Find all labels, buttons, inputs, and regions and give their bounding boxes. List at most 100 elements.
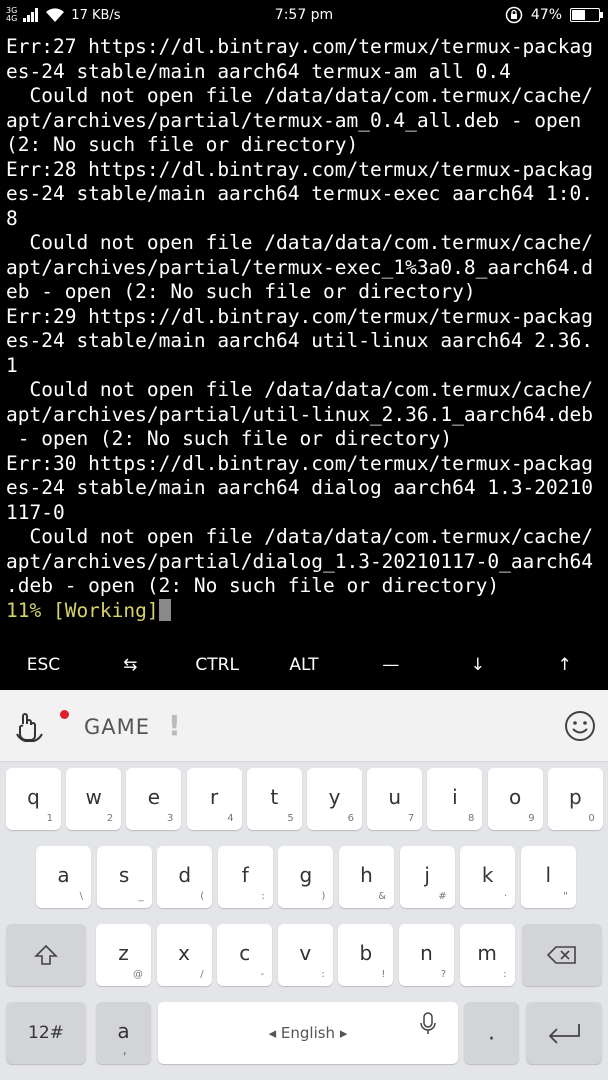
ctrl-key[interactable]: CTRL: [174, 640, 261, 690]
key-z[interactable]: z @: [96, 924, 151, 986]
backspace-key[interactable]: [522, 924, 602, 986]
key-letter: f: [241, 863, 249, 888]
terminal-line: 8: [6, 206, 18, 230]
terminal-line: 117-0: [6, 500, 65, 524]
rotation-lock-icon: [505, 6, 523, 24]
key-symbol: :: [503, 969, 507, 980]
key-symbol: ": [563, 891, 568, 902]
key-s[interactable]: s _: [96, 846, 152, 908]
key-symbol: :: [261, 891, 265, 902]
tab-key[interactable]: ⇆: [87, 640, 174, 690]
key-b[interactable]: b!: [338, 924, 394, 986]
key-p[interactable]: p0: [547, 768, 603, 830]
terminal-line: .deb - open (2: No such file or director…: [6, 574, 500, 597]
terminal-line: apt/archives/partial/util-linux_2.36.1_a…: [6, 402, 593, 426]
key-symbol: _: [138, 891, 144, 902]
key-v[interactable]: v:: [277, 924, 333, 986]
key-letter: d: [178, 863, 192, 888]
battery-percent: 47%: [530, 7, 562, 23]
touchpal-logo-icon[interactable]: [14, 710, 46, 742]
period-key[interactable]: .: [464, 1002, 519, 1064]
esc-key[interactable]: ESC: [0, 640, 87, 690]
terminal-line: es-24 stable/main aarch64 termux-am all …: [6, 59, 511, 83]
terminal-line: Err:30 https://dl.bintray.com/termux/ter…: [6, 451, 593, 475]
alert-mark: !: [168, 709, 181, 742]
key-o[interactable]: o9: [487, 768, 543, 830]
key-m[interactable]: m:: [459, 924, 515, 986]
key-symbol: 9: [528, 813, 535, 824]
key-i[interactable]: i8: [427, 768, 483, 830]
space-language-label: ◂ English ▸: [268, 1024, 348, 1042]
space-key[interactable]: ◂ English ▸: [158, 1002, 458, 1064]
key-l[interactable]: l ": [520, 846, 576, 908]
period-label: .: [488, 1020, 495, 1046]
terminal-line: - open (2: No such file or directory): [6, 427, 453, 450]
terminal-line: apt/archives/partial/termux-am_0.4_all.d…: [6, 108, 582, 132]
key-symbol: /: [200, 969, 204, 980]
key-g[interactable]: g): [278, 846, 334, 908]
key-c[interactable]: c-: [217, 924, 273, 986]
terminal-line: apt/archives/partial/dialog_1.3-20210117…: [6, 549, 593, 573]
game-mode-label[interactable]: GAME: [84, 715, 150, 739]
terminal-output[interactable]: Err:27 https://dl.bintray.com/termux/ter…: [6, 35, 606, 635]
terminal-line: (2: No such file or directory): [6, 133, 359, 156]
key-symbol: ,: [122, 1042, 127, 1058]
key-symbol: !: [381, 969, 386, 980]
key-n[interactable]: n?: [399, 924, 454, 986]
key-t[interactable]: t5: [246, 768, 302, 830]
key-symbol: 3: [167, 813, 174, 824]
key-letter: n: [420, 941, 433, 966]
extra-keys-row: ESC ⇆ CTRL ALT — ↓ ↑: [0, 640, 608, 690]
key-letter: t: [270, 785, 279, 810]
key-a[interactable]: a \: [36, 846, 91, 908]
key-f[interactable]: f:: [217, 846, 273, 908]
arrow-down-key[interactable]: ↓: [434, 640, 521, 690]
arrow-up-key[interactable]: ↑: [521, 640, 608, 690]
soft-keyboard: GAME ! q 1 w 2 e 3 r 4 t 5 y 6 u 7 i 8 o 9 p 0 a \ s _ d(f: g) h & j…: [0, 690, 608, 1080]
key-letter: y: [328, 785, 341, 810]
language-name: English: [280, 1024, 336, 1042]
terminal-line: eb - open (2: No such file or directory): [6, 280, 476, 303]
shift-key[interactable]: [6, 924, 86, 986]
emoji-icon[interactable]: [564, 710, 596, 742]
key-symbol: -: [260, 969, 265, 980]
microphone-icon[interactable]: [420, 1012, 436, 1036]
key-h[interactable]: h &: [339, 846, 394, 908]
terminal-line: es-24 stable/main aarch64 termux-exec aa…: [6, 182, 593, 205]
key-r[interactable]: r4: [186, 768, 242, 830]
shift-icon: [34, 944, 58, 965]
key-letter: b: [359, 941, 373, 966]
key-letter: o: [508, 785, 522, 810]
terminal-progress-line: 11% [Working]: [6, 598, 606, 624]
key-q[interactable]: q1: [6, 768, 61, 830]
key-w[interactable]: w2: [66, 768, 122, 830]
terminal-line: Err:27 https://dl.bintray.com/termux/ter…: [6, 35, 593, 58]
dash-key[interactable]: —: [347, 640, 434, 690]
key-symbol: ·: [504, 891, 508, 902]
key-symbol: 8: [468, 813, 475, 824]
key-symbol: 6: [347, 813, 354, 824]
comma-key[interactable]: a,: [96, 1002, 151, 1064]
numbers-label: 12#: [28, 1023, 64, 1043]
key-letter: s: [118, 863, 130, 888]
key-u[interactable]: u7: [367, 768, 423, 830]
terminal-cursor: [158, 598, 171, 621]
key-x[interactable]: x /: [156, 924, 212, 986]
key-letter: j: [424, 863, 430, 888]
key-letter: k: [481, 863, 494, 888]
key-e[interactable]: e3: [126, 768, 182, 830]
key-letter: m: [477, 941, 497, 966]
key-letter: l: [545, 863, 552, 888]
key-d[interactable]: d(: [157, 846, 213, 908]
key-j[interactable]: j #: [399, 846, 455, 908]
alt-key[interactable]: ALT: [261, 640, 348, 690]
battery-level: [572, 10, 586, 20]
enter-key[interactable]: [526, 1002, 602, 1064]
key-y[interactable]: y6: [307, 768, 362, 830]
key-letter: i: [452, 785, 458, 810]
numbers-key[interactable]: 12#: [6, 1002, 86, 1064]
key-letter: p: [568, 785, 582, 810]
key-letter: c: [239, 941, 251, 966]
key-symbol: \: [79, 891, 83, 902]
key-k[interactable]: k ·: [460, 846, 516, 908]
